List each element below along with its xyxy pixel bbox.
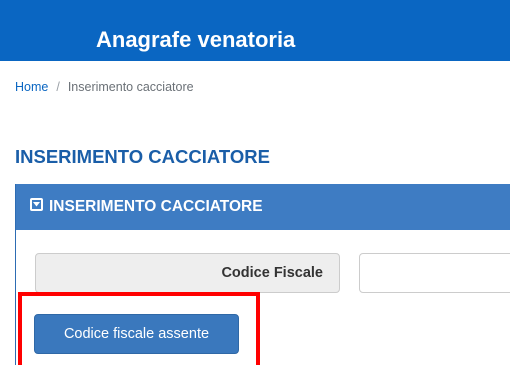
breadcrumb: Home / Inserimento cacciatore <box>15 79 194 95</box>
collapse-square-icon[interactable] <box>30 198 43 211</box>
breadcrumb-separator: / <box>56 80 60 94</box>
codice-fiscale-input[interactable] <box>359 253 510 293</box>
codice-fiscale-assente-button[interactable]: Codice fiscale assente <box>34 314 239 354</box>
panel-title: INSERIMENTO CACCIATORE <box>49 198 263 215</box>
breadcrumb-current: Inserimento cacciatore <box>67 80 194 94</box>
app-title: Anagrafe venatoria <box>96 27 296 52</box>
chevron-down-icon <box>33 202 40 207</box>
page-title: INSERIMENTO CACCIATORE <box>15 146 270 167</box>
codice-fiscale-label: Codice Fiscale <box>35 253 340 293</box>
panel-header[interactable]: INSERIMENTO CACCIATORE <box>16 184 510 230</box>
app-header: Anagrafe venatoria <box>0 0 510 61</box>
breadcrumb-home-link[interactable]: Home <box>15 80 48 94</box>
page: Anagrafe venatoria Home / Inserimento cacc… <box>0 0 510 365</box>
